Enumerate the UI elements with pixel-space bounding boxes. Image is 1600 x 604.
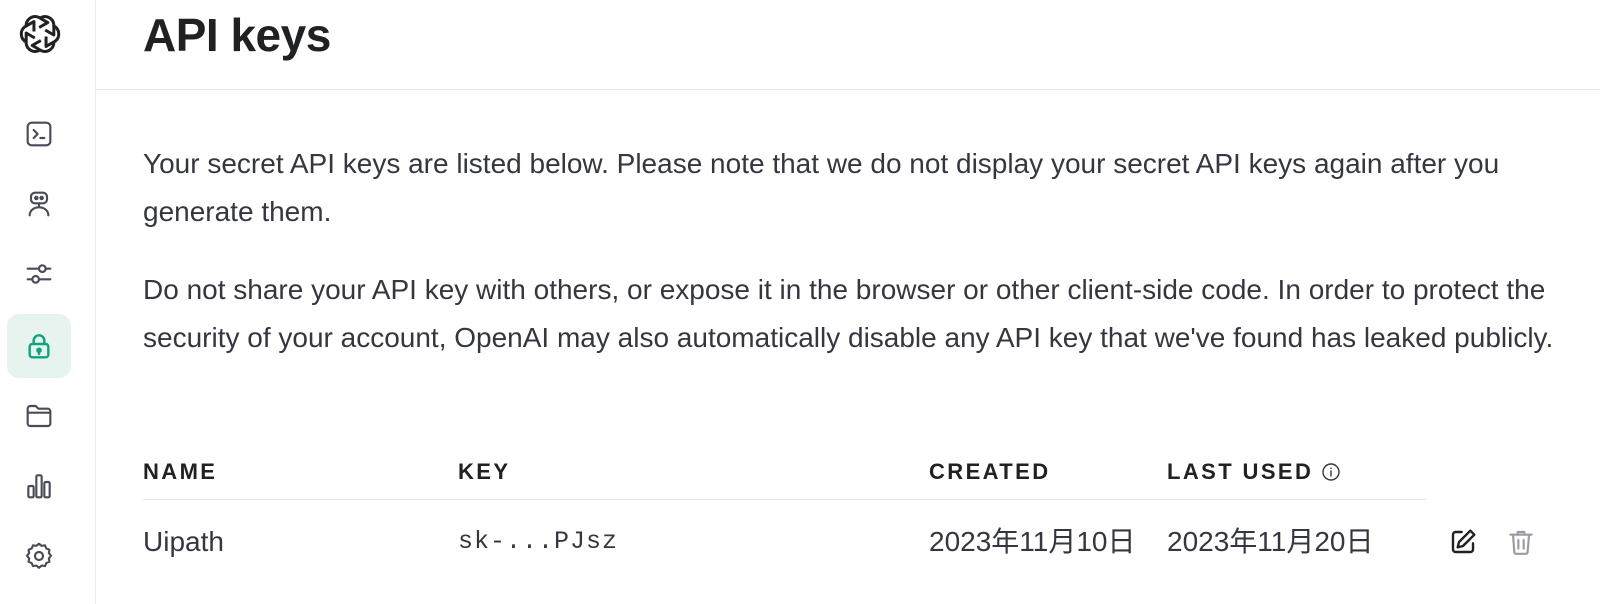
sidebar-item-fine-tuning[interactable] <box>7 242 71 306</box>
sidebar-item-files[interactable] <box>7 384 71 448</box>
sliders-icon <box>26 264 52 284</box>
sidebar-item-settings[interactable] <box>7 524 71 588</box>
delete-key-button[interactable] <box>1503 524 1539 560</box>
key-name: Uipath <box>143 526 224 557</box>
warning-paragraph: Do not share your API key with others, o… <box>143 274 1554 353</box>
folder-icon <box>26 404 52 428</box>
sidebar <box>0 0 96 604</box>
table-row: Uipath sk-...PJsz 2023年11月10日 2023年11月20… <box>143 500 1583 590</box>
assistant-robot-icon <box>28 191 50 217</box>
sidebar-item-playground[interactable] <box>7 102 71 166</box>
openai-logo-icon[interactable] <box>14 8 66 60</box>
info-icon[interactable] <box>1321 462 1341 482</box>
key-last-used-date: 2023年11月20日 <box>1167 526 1374 557</box>
edit-key-button[interactable] <box>1445 524 1481 560</box>
api-keys-table: NAME KEY CREATED LAST USED Uipath sk-...… <box>143 454 1583 590</box>
key-created-date: 2023年11月10日 <box>929 526 1136 557</box>
page-header: API keys <box>96 0 1600 90</box>
sidebar-item-assistants[interactable] <box>7 172 71 236</box>
column-header-last-used: LAST USED <box>1167 454 1341 490</box>
column-header-created: CREATED <box>929 459 1051 484</box>
edit-icon <box>1451 529 1476 554</box>
gear-icon <box>25 542 53 569</box>
column-header-name: NAME <box>143 459 218 484</box>
sidebar-item-usage[interactable] <box>7 454 71 518</box>
table-header: NAME KEY CREATED LAST USED <box>143 454 1426 500</box>
sidebar-item-api-keys[interactable] <box>7 314 71 378</box>
bar-chart-icon <box>27 474 51 499</box>
column-header-last-used-label: LAST USED <box>1167 459 1314 484</box>
intro-paragraph: Your secret API keys are listed below. P… <box>143 148 1500 227</box>
terminal-icon <box>26 121 52 147</box>
page-title: API keys <box>143 9 331 61</box>
column-header-key: KEY <box>458 459 511 484</box>
trash-icon <box>1509 530 1533 555</box>
lock-icon <box>28 334 50 359</box>
intro-section: Your secret API keys are listed below. P… <box>143 140 1583 362</box>
key-value: sk-...PJsz <box>458 527 619 556</box>
